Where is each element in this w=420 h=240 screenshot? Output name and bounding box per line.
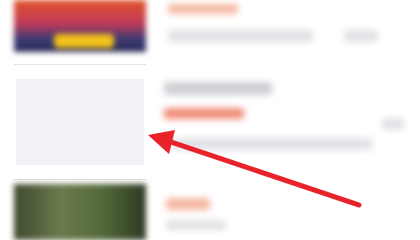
price-text-blurred: [164, 108, 244, 119]
subtitle-text-blurred: [166, 220, 226, 230]
thumbnail-image[interactable]: [14, 0, 146, 52]
title-text-blurred: [166, 198, 210, 210]
thumbnail-detail: [54, 34, 114, 48]
screen: [0, 0, 420, 240]
title-text-blurred: [168, 4, 238, 14]
placeholder-thumbnail[interactable]: [14, 64, 146, 180]
meta-text-blurred: [382, 118, 404, 130]
thumbnail-image[interactable]: [14, 184, 146, 240]
meta-text-blurred: [344, 30, 378, 42]
empty-image-area: [16, 79, 144, 165]
list-item[interactable]: [0, 58, 420, 183]
title-text-blurred: [164, 82, 272, 95]
list-item[interactable]: [0, 184, 420, 240]
list-item[interactable]: [0, 0, 420, 55]
description-text-blurred: [172, 138, 372, 150]
subtitle-text-blurred: [168, 30, 313, 42]
